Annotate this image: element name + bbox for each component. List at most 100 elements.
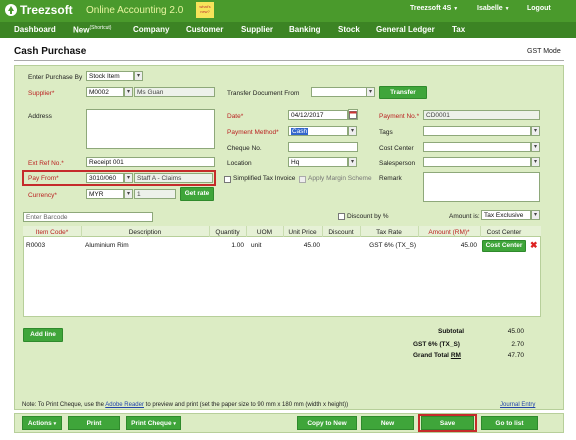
- nav-tax[interactable]: Tax: [452, 25, 465, 34]
- nav-general-ledger[interactable]: General Ledger: [376, 25, 435, 34]
- barcode-input[interactable]: Enter Barcode: [23, 212, 153, 222]
- tags-label: Tags: [379, 129, 393, 136]
- amount-is-select[interactable]: Tax Exclusive: [481, 210, 531, 220]
- user-menu[interactable]: Isabelle ▼: [477, 5, 510, 12]
- adobe-reader-link[interactable]: Adobe Reader: [105, 402, 144, 408]
- cheque-no-field[interactable]: [288, 142, 358, 152]
- print-cheque-label: Print Cheque: [131, 420, 172, 427]
- calendar-icon[interactable]: [348, 109, 358, 120]
- payment-method-select[interactable]: Cash: [288, 126, 348, 136]
- pay-from-name-field: Staff A - Claims: [134, 173, 213, 183]
- tags-select[interactable]: [423, 126, 531, 136]
- cost-center-select[interactable]: [423, 142, 531, 152]
- enter-purchase-by-select[interactable]: Stock Item: [86, 71, 134, 81]
- actions-button[interactable]: Actions ▾: [22, 416, 62, 430]
- go-to-list-button[interactable]: Go to list: [481, 416, 538, 430]
- col-cost-center: Cost Center: [486, 229, 522, 236]
- logout-link[interactable]: Logout: [527, 5, 551, 12]
- date-field[interactable]: 04/12/2017: [288, 110, 348, 120]
- currency-select[interactable]: MYR: [86, 189, 124, 199]
- nav-new-shortcut: (Shortcut): [89, 25, 112, 31]
- nav-supplier[interactable]: Supplier: [241, 25, 273, 34]
- page-title: Cash Purchase: [14, 46, 87, 57]
- chevron-down-icon[interactable]: ▾: [124, 173, 133, 183]
- subtotal-label: Subtotal: [438, 328, 464, 335]
- amount-is-label: Amount is:: [449, 213, 480, 220]
- supplier-code-select[interactable]: M0002: [86, 87, 124, 97]
- copy-to-new-button[interactable]: Copy to New: [297, 416, 357, 430]
- print-cheque-button[interactable]: Print Cheque ▾: [126, 416, 181, 430]
- address-label: Address: [28, 113, 52, 120]
- nav-new[interactable]: New(Shortcut): [73, 25, 111, 35]
- company-name: Treezsoft 4S: [410, 5, 452, 12]
- chevron-down-icon[interactable]: ▾: [124, 87, 133, 97]
- remark-textarea[interactable]: [423, 172, 540, 202]
- cell-uom[interactable]: unit: [251, 242, 261, 249]
- cost-center-button[interactable]: Cost Center: [482, 240, 526, 252]
- chevron-down-icon[interactable]: ▾: [348, 126, 357, 136]
- chevron-down-icon[interactable]: ▾: [531, 142, 540, 152]
- new-button[interactable]: New: [361, 416, 414, 430]
- grand-total-label: Grand Total RM: [413, 352, 461, 359]
- grand-total-value: 47.70: [507, 352, 524, 359]
- chevron-down-icon[interactable]: ▾: [134, 71, 143, 81]
- line-items-table: [23, 226, 541, 317]
- whats-new-badge[interactable]: what's new?: [196, 2, 214, 18]
- currency-label: Currency*: [28, 192, 57, 199]
- chevron-down-icon[interactable]: ▾: [366, 87, 375, 97]
- chevron-down-icon: ▾: [53, 421, 57, 427]
- cell-item-code[interactable]: R0003: [26, 242, 45, 249]
- gst-mode-label: GST Mode: [527, 48, 561, 55]
- note-suffix: to preview and print (set the paper size…: [143, 402, 349, 408]
- salesperson-select[interactable]: [423, 157, 531, 167]
- discount-pct-checkbox[interactable]: [338, 213, 345, 220]
- chevron-down-icon[interactable]: ▾: [531, 157, 540, 167]
- ext-ref-field[interactable]: Receipt 001: [86, 157, 215, 167]
- col-tax-rate: Tax Rate: [376, 229, 402, 236]
- get-rate-button[interactable]: Get rate: [180, 187, 214, 201]
- nav-new-label: New: [73, 25, 90, 35]
- chevron-down-icon[interactable]: ▾: [124, 189, 133, 199]
- salesperson-label: Salesperson: [379, 160, 416, 167]
- transfer-button[interactable]: Transfer: [379, 86, 427, 99]
- simplified-tax-checkbox[interactable]: [224, 176, 231, 183]
- chevron-down-icon[interactable]: ▾: [348, 157, 357, 167]
- payment-method-value: Cash: [291, 128, 309, 135]
- gst-label: GST 6% (TX_S): [413, 341, 460, 348]
- chevron-down-icon[interactable]: ▾: [531, 126, 540, 136]
- transfer-doc-label: Transfer Document From: [227, 90, 300, 97]
- apply-margin-checkbox[interactable]: [299, 176, 306, 183]
- apply-margin-label: Apply Margin Scheme: [308, 175, 372, 182]
- delete-row-icon[interactable]: ✖: [530, 240, 538, 251]
- title-divider: [14, 60, 564, 61]
- location-select[interactable]: Hq: [288, 157, 348, 167]
- chevron-down-icon[interactable]: ▾: [531, 210, 540, 220]
- nav-company[interactable]: Company: [133, 25, 169, 34]
- brand-tagline: Online Accounting 2.0: [86, 5, 184, 16]
- save-button[interactable]: Save: [421, 416, 474, 430]
- cell-unit-price[interactable]: 45.00: [283, 242, 320, 249]
- nav-banking[interactable]: Banking: [289, 25, 321, 34]
- add-line-button[interactable]: Add line: [23, 328, 63, 342]
- journal-entry-link[interactable]: Journal Entry: [500, 402, 535, 408]
- cell-tax-rate[interactable]: GST 6% (TX_S): [360, 242, 416, 249]
- transfer-doc-select[interactable]: [311, 87, 367, 97]
- chevron-down-icon: ▼: [453, 6, 459, 12]
- pay-from-label: Pay From*: [28, 175, 59, 182]
- nav-stock[interactable]: Stock: [338, 25, 360, 34]
- pay-from-code-select[interactable]: 3010/060: [86, 173, 124, 183]
- payment-no-field: CD0001: [423, 110, 540, 120]
- cell-quantity[interactable]: 1.00: [209, 242, 244, 249]
- address-textarea[interactable]: [86, 109, 215, 149]
- cell-amount[interactable]: 45.00: [418, 242, 477, 249]
- nav-dashboard[interactable]: Dashboard: [14, 25, 56, 34]
- company-menu[interactable]: Treezsoft 4S ▼: [410, 5, 458, 12]
- remark-label: Remark: [379, 175, 402, 182]
- print-button[interactable]: Print: [68, 416, 120, 430]
- cell-description[interactable]: Aluminium Rim: [85, 242, 129, 249]
- enter-purchase-by-label: Enter Purchase By: [28, 74, 83, 81]
- nav-customer[interactable]: Customer: [186, 25, 223, 34]
- brand-logo[interactable]: Treezsoft: [4, 3, 73, 17]
- chevron-down-icon: ▾: [173, 421, 176, 427]
- supplier-name-field: Ms Guan: [134, 87, 215, 97]
